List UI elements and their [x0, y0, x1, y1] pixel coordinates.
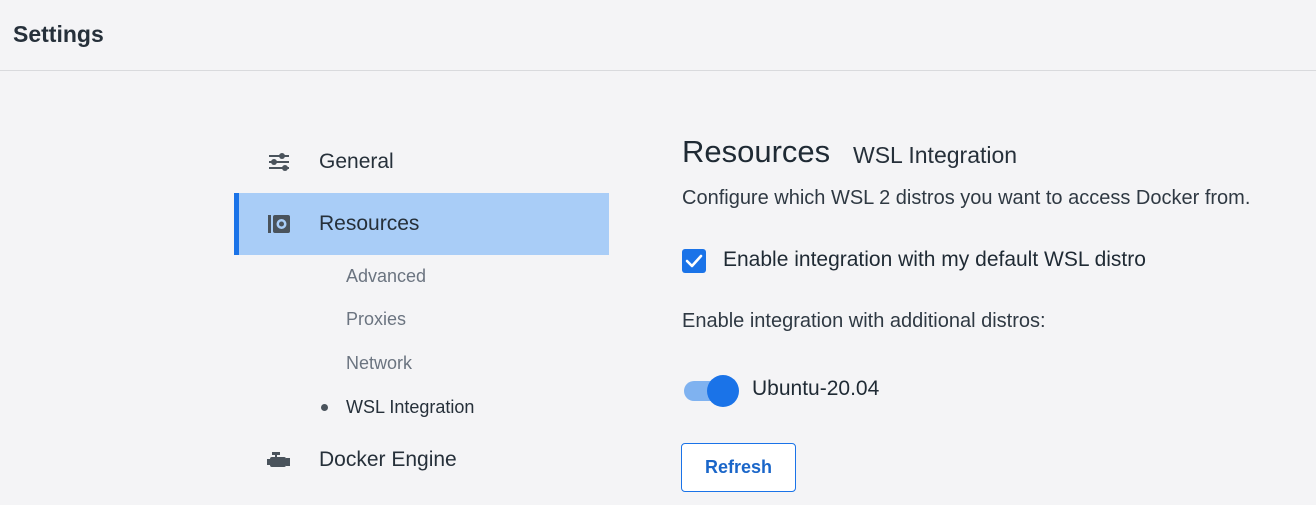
sidebar-item-docker-engine[interactable]: Docker Engine [234, 429, 609, 491]
sliders-icon [267, 150, 291, 174]
section-subtitle: WSL Integration [853, 142, 1018, 168]
default-distro-checkbox[interactable] [682, 249, 706, 273]
sidebar-item-resources[interactable]: Resources [234, 193, 609, 255]
checkmark-icon [685, 254, 703, 268]
page-title: Settings [13, 21, 104, 47]
ubuntu-distro-toggle[interactable] [682, 375, 740, 407]
current-page-dot [321, 404, 328, 411]
default-distro-label: Enable integration with my default WSL d… [723, 248, 1146, 271]
section-title: Resources [682, 134, 831, 169]
sidebar-item-label: Docker Engine [319, 448, 457, 471]
sidebar-item-general[interactable]: General [234, 131, 609, 193]
resources-icon [267, 212, 291, 236]
additional-distros-label: Enable integration with additional distr… [682, 310, 1046, 332]
settings-header: Settings [0, 0, 1316, 71]
section-description: Configure which WSL 2 distros you want t… [682, 187, 1251, 209]
toggle-knob [707, 375, 739, 407]
sidebar-subitem-wsl-integration[interactable]: WSL Integration [346, 397, 474, 418]
refresh-button[interactable]: Refresh [681, 443, 796, 492]
sidebar-subitem-proxies[interactable]: Proxies [346, 309, 406, 330]
sidebar-item-label: General [319, 150, 394, 173]
sidebar-item-label: Resources [319, 212, 420, 235]
sidebar-subitem-network[interactable]: Network [346, 353, 412, 374]
engine-icon [267, 448, 291, 472]
sidebar-subitem-advanced[interactable]: Advanced [346, 266, 426, 287]
distro-name: Ubuntu-20.04 [752, 377, 880, 400]
